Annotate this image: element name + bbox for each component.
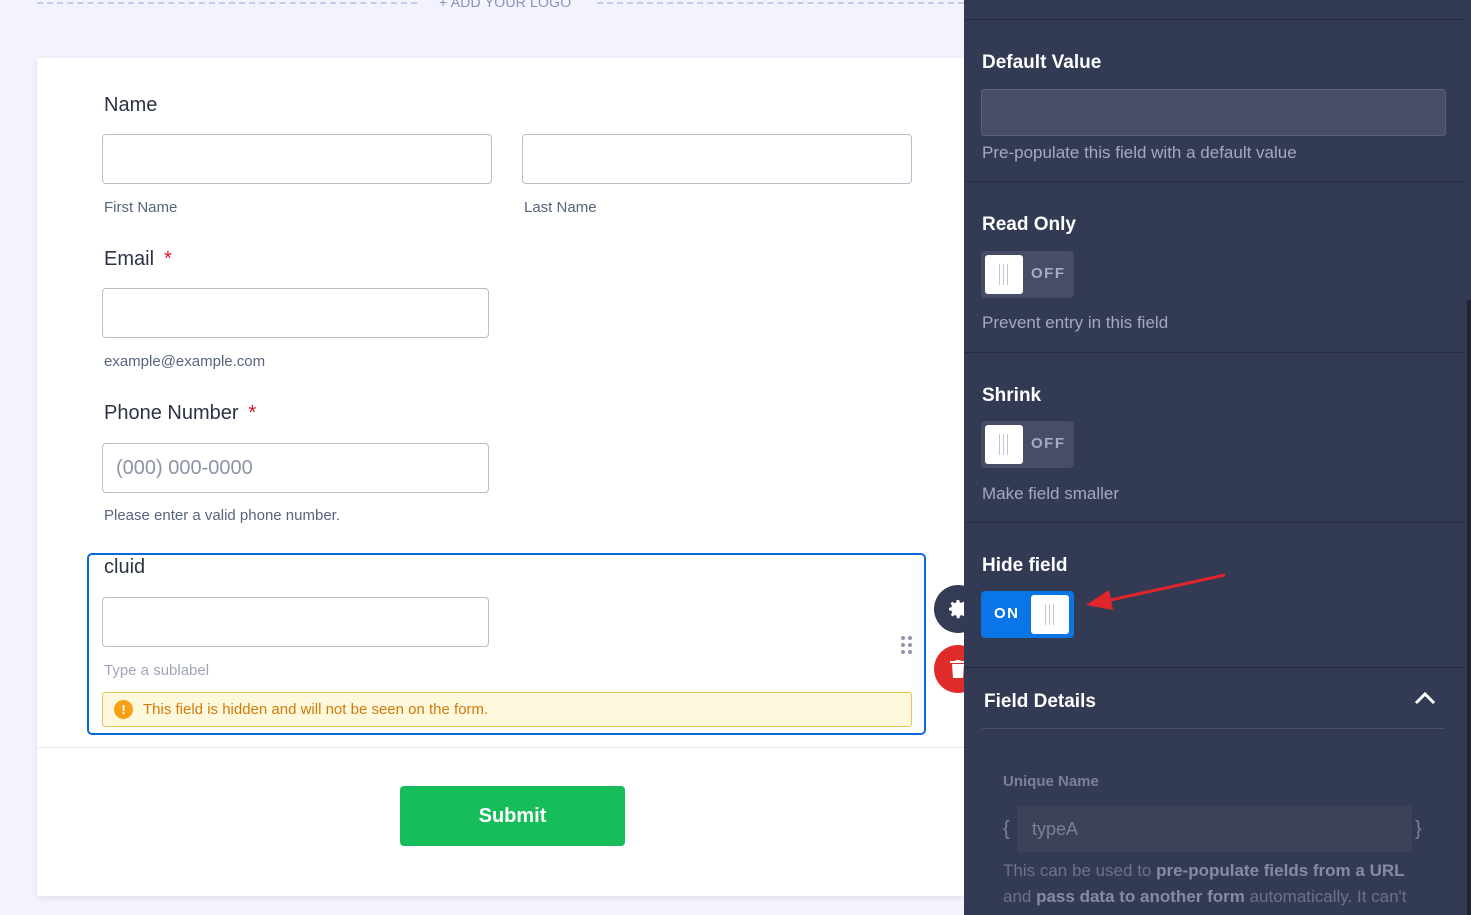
default-value-description: Pre-populate this field with a default v… <box>982 143 1297 162</box>
last-name-input[interactable] <box>522 134 912 184</box>
panel-scrollbar[interactable] <box>1467 300 1471 915</box>
phone-sublabel: Please enter a valid phone number. <box>104 507 340 524</box>
form-divider <box>37 747 964 748</box>
annotation-arrow-icon <box>1086 573 1226 610</box>
toggle-knob <box>985 255 1023 294</box>
cluid-sublabel-placeholder[interactable]: Type a sublabel <box>104 662 209 679</box>
logo-dashed-line-left <box>37 2 417 4</box>
warning-icon: ! <box>114 700 133 719</box>
email-input[interactable] <box>102 288 489 338</box>
unique-name-label: Unique Name <box>1003 773 1099 790</box>
field-details-divider <box>982 728 1445 729</box>
read-only-toggle[interactable]: OFF <box>981 251 1074 298</box>
close-brace: } <box>1415 818 1422 840</box>
phone-input[interactable] <box>102 443 489 493</box>
drag-handle-icon[interactable] <box>901 636 913 654</box>
cluid-input[interactable] <box>102 597 489 647</box>
shrink-title: Shrink <box>982 385 1042 406</box>
phone-required-mark: * <box>248 402 257 424</box>
unique-name-input[interactable] <box>1017 806 1412 852</box>
field-details-title[interactable]: Field Details <box>984 691 1096 713</box>
read-only-toggle-state: OFF <box>1031 265 1066 282</box>
default-value-title: Default Value <box>982 52 1102 73</box>
section-divider <box>964 352 1464 353</box>
phone-label-text: Phone Number <box>104 402 239 424</box>
section-divider <box>964 667 1464 668</box>
shrink-description: Make field smaller <box>982 484 1119 503</box>
section-divider <box>964 19 1464 20</box>
phone-label: Phone Number * <box>104 402 256 425</box>
name-label: Name <box>104 94 157 117</box>
first-name-input[interactable] <box>102 134 492 184</box>
shrink-toggle-state: OFF <box>1031 435 1066 452</box>
submit-button[interactable]: Submit <box>400 786 625 846</box>
shrink-toggle[interactable]: OFF <box>981 421 1074 468</box>
logo-dashed-line-right <box>597 2 964 4</box>
toggle-knob <box>1031 595 1069 634</box>
section-divider <box>964 522 1464 523</box>
logo-bar: + ADD YOUR LOGO <box>37 0 964 12</box>
hidden-field-notice-text: This field is hidden and will not be see… <box>143 701 489 718</box>
add-logo-button[interactable]: + ADD YOUR LOGO <box>439 0 571 10</box>
chevron-up-icon[interactable] <box>1413 690 1437 706</box>
desc-text: and <box>1003 887 1037 906</box>
read-only-title: Read Only <box>982 214 1076 235</box>
read-only-description: Prevent entry in this field <box>982 313 1169 332</box>
properties-panel: Default Value Pre-populate this field wi… <box>964 0 1471 915</box>
toggle-knob <box>985 425 1023 464</box>
email-label-text: Email <box>104 248 155 270</box>
name-label-text: Name <box>104 94 158 116</box>
hide-field-toggle[interactable]: ON <box>981 591 1074 638</box>
last-name-sublabel: Last Name <box>524 199 597 216</box>
section-divider <box>964 181 1464 182</box>
desc-bold-text: pre-populate fields from a URL <box>1156 861 1405 880</box>
hide-field-toggle-state: ON <box>994 605 1020 622</box>
desc-text: This can be used to <box>1003 861 1157 880</box>
hide-field-title: Hide field <box>982 555 1068 576</box>
desc-bold-text: pass data to another form <box>1036 887 1245 906</box>
form-card: Name First Name Last Name Email * example… <box>37 58 964 896</box>
cluid-label[interactable]: cluid <box>104 556 145 579</box>
hidden-field-notice: ! This field is hidden and will not be s… <box>102 692 912 727</box>
email-sublabel: example@example.com <box>104 353 266 370</box>
email-label: Email * <box>104 248 172 271</box>
first-name-sublabel: First Name <box>104 199 178 216</box>
email-required-mark: * <box>164 248 172 270</box>
open-brace: { <box>1003 818 1010 840</box>
default-value-input[interactable] <box>981 89 1446 136</box>
unique-name-description: This can be used to pre-populate fields … <box>1003 858 1433 915</box>
